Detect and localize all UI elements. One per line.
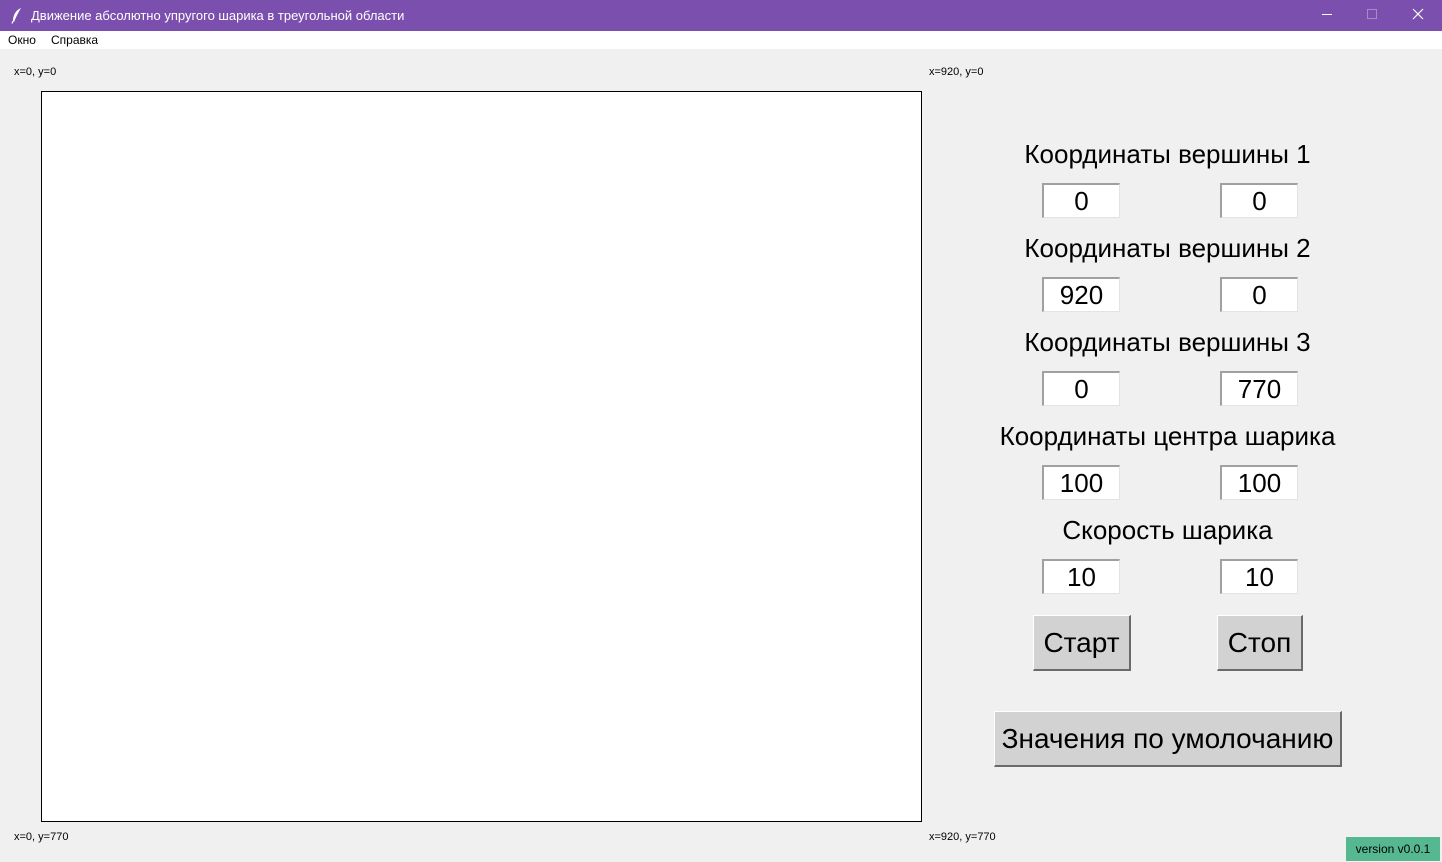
stop-button-label: Стоп [1227, 626, 1292, 658]
minimize-icon [1321, 7, 1333, 25]
vertex3-y-input[interactable] [1220, 371, 1298, 406]
corner-label-top-left: x=0, y=0 [14, 66, 57, 78]
ball-speed-heading: Скорость шарика [1062, 515, 1273, 545]
window-title: Движение абсолютно упругого шарика в тре… [31, 8, 405, 23]
close-button[interactable] [1395, 0, 1441, 31]
defaults-button-label: Значения по умолочанию [1001, 722, 1334, 754]
maximize-button[interactable] [1349, 0, 1395, 31]
vertex3-x-input[interactable] [1042, 371, 1120, 406]
corner-label-bottom-left: x=0, y=770 [14, 831, 69, 843]
menu-item-help[interactable]: Справка [51, 33, 98, 47]
defaults-button[interactable]: Значения по умолочанию [994, 711, 1342, 767]
vertex1-heading: Координаты вершины 1 [1024, 139, 1311, 169]
stop-button[interactable]: Стоп [1217, 615, 1303, 671]
menu-bar: Окно Справка [0, 31, 1442, 49]
ball-speed-x-input[interactable] [1042, 559, 1120, 594]
vertex1-x-input[interactable] [1042, 183, 1120, 218]
corner-label-bottom-right: x=920, y=770 [929, 831, 996, 843]
minimize-button[interactable] [1304, 0, 1350, 31]
vertex2-heading: Координаты вершины 2 [1024, 233, 1311, 263]
ball-center-heading: Координаты центра шарика [999, 421, 1336, 451]
start-button[interactable]: Старт [1033, 615, 1131, 671]
ball-center-x-input[interactable] [1042, 465, 1120, 500]
feather-icon [11, 7, 23, 24]
maximize-icon [1366, 7, 1378, 25]
vertex2-y-input[interactable] [1220, 277, 1298, 312]
vertex2-x-input[interactable] [1042, 277, 1120, 312]
version-label: version v0.0.1 [1355, 842, 1431, 856]
title-bar: Движение абсолютно упругого шарика в тре… [0, 0, 1442, 31]
start-button-label: Старт [1043, 626, 1120, 658]
ball-center-y-input[interactable] [1220, 465, 1298, 500]
ball-speed-y-input[interactable] [1220, 559, 1298, 594]
vertex1-y-input[interactable] [1220, 183, 1298, 218]
version-badge: version v0.0.1 [1346, 837, 1440, 861]
close-icon [1412, 7, 1424, 25]
menu-item-window[interactable]: Окно [8, 33, 36, 47]
corner-label-top-right: x=920, y=0 [929, 66, 984, 78]
simulation-canvas[interactable] [41, 91, 922, 822]
vertex3-heading: Координаты вершины 3 [1024, 327, 1311, 357]
